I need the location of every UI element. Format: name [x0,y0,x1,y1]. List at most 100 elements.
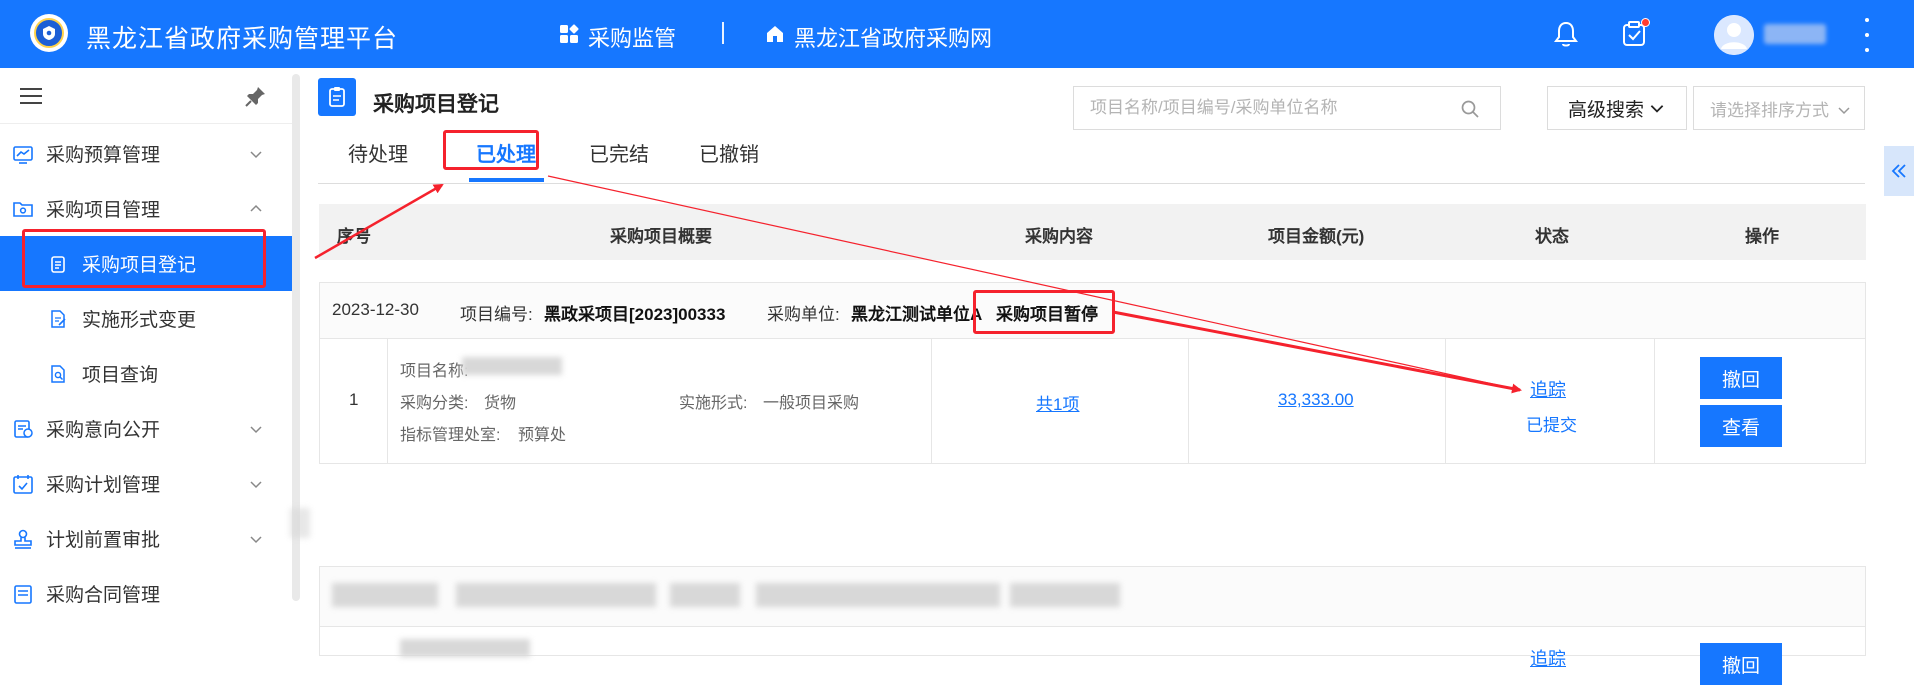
folder-gear-icon [13,201,33,217]
chevron-down-icon [250,425,262,433]
sidebar-item-intention-disclosure[interactable]: 采购意向公开 [0,401,292,456]
user-avatar[interactable] [1714,15,1754,55]
pin-icon[interactable] [244,84,268,108]
status-tabs: 待处理 已处理 已完结 已撤销 [318,140,1865,184]
search-box [1073,86,1501,130]
sidebar-item-pre-approval[interactable]: 计划前置审批 [0,511,292,566]
status-value: 已提交 [1526,416,1577,435]
tab-pending[interactable]: 待处理 [348,140,408,184]
view-button[interactable]: 查看 [1700,405,1782,447]
withdraw-button[interactable]: 撤回 [1700,357,1782,399]
document-broadcast-icon [14,419,33,438]
annotation-box-flag [973,290,1115,334]
search-input[interactable] [1074,87,1454,129]
track-link[interactable]: 追踪 [1530,376,1566,402]
chevron-down-icon [250,480,262,488]
row-index: 1 [349,390,359,409]
column-header: 采购内容 [1025,227,1093,246]
sort-select[interactable]: 请选择排序方式 [1693,86,1865,130]
sidebar-item-label: 计划前置审批 [46,530,161,551]
table-header: 序号 采购项目概要 采购内容 项目金额(元) 状态 操作 [319,204,1866,260]
advanced-search-button[interactable]: 高级搜索 [1547,86,1687,130]
project-group-redacted [319,566,1866,626]
nav-procurement-supervision[interactable]: 采购监管 [558,21,676,53]
more-menu-icon[interactable] [1862,18,1872,52]
bell-icon[interactable] [1550,18,1582,50]
advanced-search-label: 高级搜索 [1567,99,1644,121]
government-emblem-logo [30,14,68,52]
project-no: 黑政采项目[2023]00333 [544,305,726,324]
nav-label: 黑龙江省政府采购网 [794,26,993,51]
withdraw-button[interactable]: 撤回 [1700,643,1782,685]
category-value: 货物 [484,395,517,412]
sidebar-item-contract-management[interactable]: 采购合同管理 [0,566,292,621]
annotation-box-sidebar [22,229,266,288]
dept-value: 预算处 [518,427,567,444]
sidebar-subitem-implementation-change[interactable]: 实施形式变更 [0,291,292,346]
project-no-label: 项目编号: [460,305,533,324]
sidebar-item-project-management[interactable]: 采购项目管理 [0,181,292,236]
right-panel-toggle[interactable] [1884,146,1914,196]
purchasing-unit: 黑龙江测试单位A [851,305,983,324]
track-link[interactable]: 追踪 [1530,645,1566,671]
sidebar-item-budget[interactable]: 采购预算管理 [0,126,292,181]
search-icon[interactable] [1460,99,1480,119]
task-clipboard-icon[interactable] [1618,18,1650,50]
sidebar-item-label: 采购合同管理 [46,585,161,606]
project-date: 2023-12-30 [332,300,419,319]
chevron-up-icon [250,204,262,212]
chart-monitor-icon [13,145,33,164]
document-search-icon [51,364,65,383]
page-clipboard-icon [318,78,356,116]
nav-procurement-website[interactable]: 黑龙江省政府采购网 [764,21,992,53]
content-count-link[interactable]: 共1项 [1036,390,1079,415]
top-bar: 黑龙江省政府采购管理平台 采购监管 黑龙江省政府采购网 [0,0,1914,68]
sidebar-subitem-label: 项目查询 [82,365,159,386]
column-header: 序号 [337,227,371,246]
notification-dot [1641,18,1650,27]
main-content: 采购项目登记 高级搜索 请选择排序方式 待处理 已处理 已完结 已撤销 序号 采… [300,68,1914,685]
stamp-icon [14,529,32,549]
active-tab-indicator [469,178,544,182]
contract-document-icon [14,584,32,604]
sidebar-header [0,68,292,124]
app-title: 黑龙江省政府采购管理平台 [86,25,399,53]
chevron-down-icon [250,535,262,543]
sidebar-subitem-label: 实施形式变更 [82,310,197,331]
page-title: 采购项目登记 [373,93,499,116]
sidebar-item-label: 采购项目管理 [46,200,161,221]
impl-label: 实施形式: [679,395,748,412]
sidebar: 采购预算管理 采购项目管理 采购项目登记 实施形式变更 项目查询 采购意向公开 … [0,68,292,606]
column-header: 采购项目概要 [610,227,712,246]
document-edit-icon [51,309,66,328]
impl-value: 一般项目采购 [763,395,860,412]
sidebar-item-label: 采购预算管理 [46,145,161,166]
apps-grid-icon [558,23,580,51]
chevron-down-icon [1838,107,1850,115]
annotation-box-tab [443,130,539,170]
column-header: 项目金额(元) [1268,227,1365,246]
project-name-label: 项目名称: [400,363,469,380]
calendar-check-icon [13,474,33,494]
menu-toggle-icon[interactable] [20,88,42,104]
sidebar-subitem-project-query[interactable]: 项目查询 [0,346,292,401]
tab-revoked[interactable]: 已撤销 [699,140,759,184]
sidebar-item-label: 采购计划管理 [46,475,161,496]
column-header: 状态 [1535,227,1569,246]
sidebar-item-plan-management[interactable]: 采购计划管理 [0,456,292,511]
home-icon [764,23,786,51]
nav-divider [722,22,724,44]
nav-label: 采购监管 [588,26,677,51]
tab-completed[interactable]: 已完结 [589,140,649,184]
project-name-redacted [462,357,562,375]
sidebar-item-label: 采购意向公开 [46,420,161,441]
table-row: 1 项目名称: 采购分类: 货物 实施形式: 一般项目采购 指标管理处室: 预算… [320,339,1865,463]
redaction-artifact [290,508,310,538]
category-label: 采购分类: [400,395,469,412]
table-row-partial: 追踪 撤回 [319,626,1866,685]
column-header: 操作 [1745,227,1779,246]
username-redacted [1764,24,1826,44]
dept-label: 指标管理处室: [400,427,501,444]
unit-label: 采购单位: [767,305,840,324]
amount-link[interactable]: 33,333.00 [1278,390,1354,410]
